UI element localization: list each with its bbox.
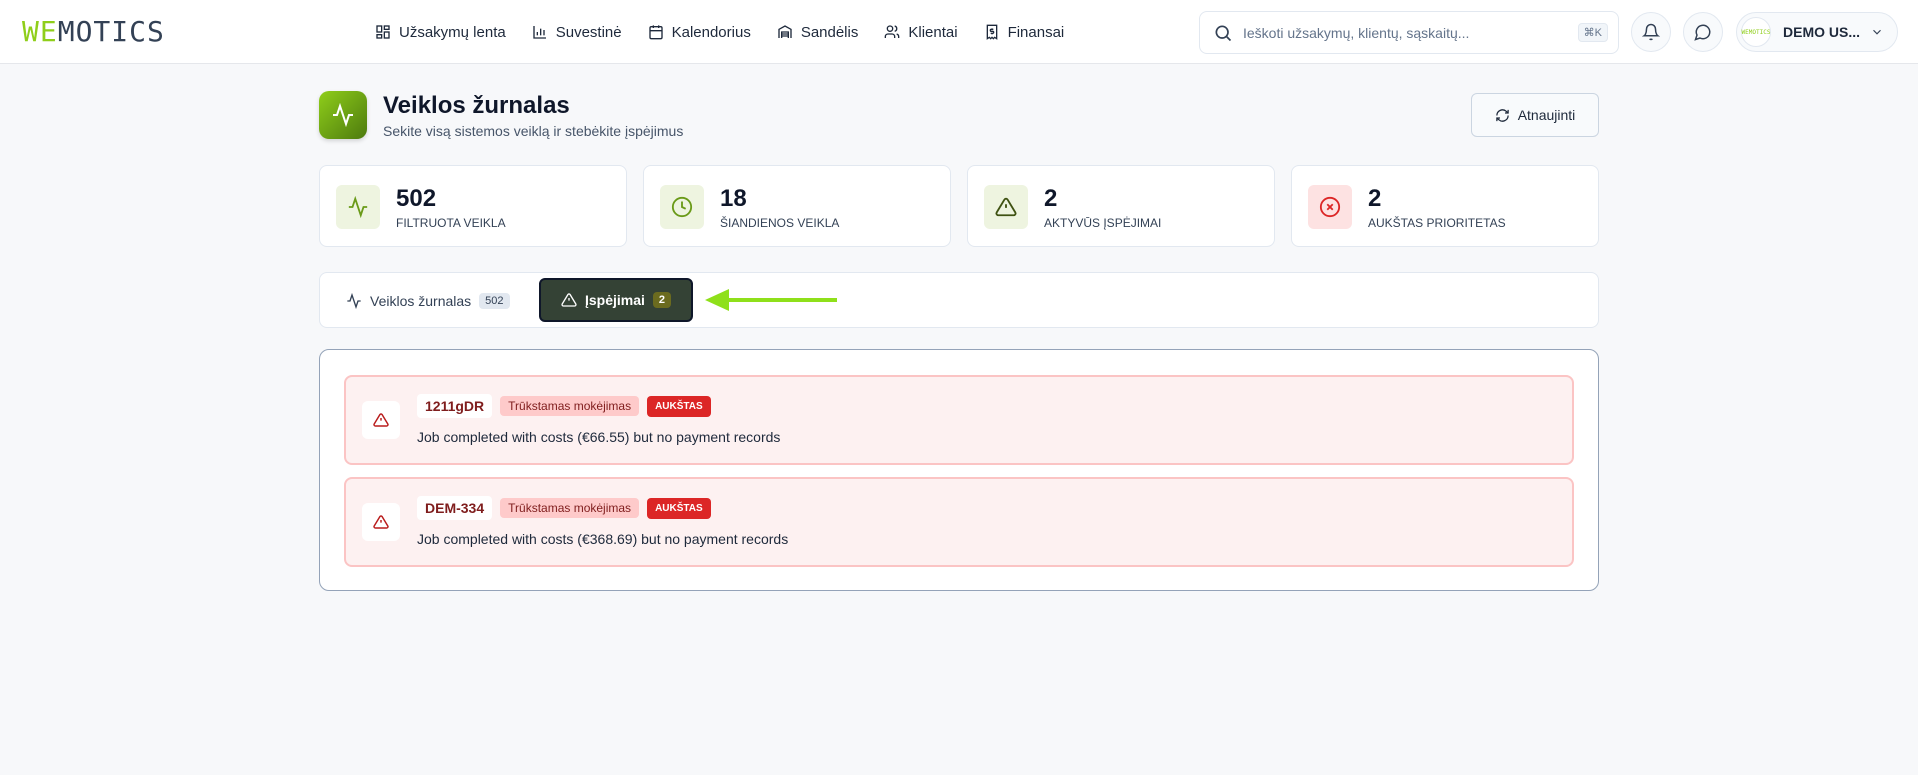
stat-label: AKTYVŪS ĮSPĖJIMAI xyxy=(1044,216,1162,230)
warnings-panel: 1211gDR Trūkstamas mokėjimas AUKŠTAS Job… xyxy=(319,349,1599,591)
nav-item-orders-board[interactable]: Užsakymų lenta xyxy=(362,12,519,52)
stat-icon-box xyxy=(660,185,704,229)
logo-part-motics: MOTICS xyxy=(57,15,165,48)
alert-type-badge: Trūkstamas mokėjimas xyxy=(500,498,640,518)
alert-header-row: DEM-334 Trūkstamas mokėjimas AUKŠTAS xyxy=(417,496,711,520)
wemotics-logo[interactable]: WEMOTICS xyxy=(22,17,165,47)
search-input[interactable] xyxy=(1243,24,1578,41)
view-tabs: Veiklos žurnalas 502 Įspėjimai 2 xyxy=(319,272,1599,328)
warning-icon xyxy=(561,293,577,307)
user-name: DEMO US... xyxy=(1783,24,1861,40)
tab-count-badge: 2 xyxy=(652,292,672,308)
stat-card-active-warnings: 2 AKTYVŪS ĮSPĖJIMAI xyxy=(967,165,1275,247)
warning-icon xyxy=(995,197,1017,217)
clock-icon xyxy=(671,196,693,218)
nav-item-clients[interactable]: Klientai xyxy=(871,12,970,52)
user-menu[interactable]: WEMOTICS DEMO US... xyxy=(1736,12,1898,52)
nav-label: Finansai xyxy=(1007,23,1065,41)
nav-label: Suvestinė xyxy=(555,23,622,41)
annotation-arrow xyxy=(705,289,837,311)
warning-icon xyxy=(373,515,389,529)
stat-value: 2 xyxy=(1044,185,1058,212)
nav-item-finance[interactable]: Finansai xyxy=(971,12,1078,52)
nav-label: Kalendorius xyxy=(671,23,751,41)
activity-icon xyxy=(347,293,361,309)
messages-button[interactable] xyxy=(1683,12,1723,52)
stat-label: ŠIANDIENOS VEIKLA xyxy=(720,216,840,230)
stat-value: 502 xyxy=(396,185,437,212)
layout-grid-icon xyxy=(376,25,390,39)
priority-badge: AUKŠTAS xyxy=(647,497,711,519)
warning-icon xyxy=(373,413,389,427)
message-circle-icon xyxy=(1694,24,1711,41)
search-icon xyxy=(1215,25,1232,41)
alert-header-row: 1211gDR Trūkstamas mokėjimas AUKŠTAS xyxy=(417,394,711,418)
nav-label: Klientai xyxy=(908,23,958,41)
tab-label: Veiklos žurnalas xyxy=(370,293,472,309)
notifications-button[interactable] xyxy=(1631,12,1671,52)
nav-item-warehouse[interactable]: Sandėlis xyxy=(764,12,872,52)
stat-label: FILTRUOTA VEIKLA xyxy=(396,216,506,230)
bar-chart-icon xyxy=(533,26,546,39)
tab-label: Įspėjimai xyxy=(584,292,645,308)
stat-value: 18 xyxy=(720,185,747,212)
page-activity-icon xyxy=(319,91,367,139)
stat-icon-box xyxy=(336,185,380,229)
priority-badge: AUKŠTAS xyxy=(647,395,711,417)
nav-label: Užsakymų lenta xyxy=(399,23,506,41)
stat-card-filtered-activity: 502 FILTRUOTA VEIKLA xyxy=(319,165,627,247)
top-navbar: WEMOTICS Užsakymų lenta Suvestinė Kalend… xyxy=(0,0,1918,64)
warehouse-icon xyxy=(778,25,792,38)
stat-card-today-activity: 18 ŠIANDIENOS VEIKLA xyxy=(643,165,951,247)
receipt-icon xyxy=(986,24,997,40)
stat-value: 2 xyxy=(1368,185,1382,212)
users-icon xyxy=(885,25,900,38)
stat-card-high-priority: 2 AUKŠTAS PRIORITETAS xyxy=(1291,165,1599,247)
page-title: Veiklos žurnalas xyxy=(383,92,570,119)
stat-label: AUKŠTAS PRIORITETAS xyxy=(1368,216,1506,230)
alert-message: Job completed with costs (€368.69) but n… xyxy=(417,531,789,547)
alert-item[interactable]: 1211gDR Trūkstamas mokėjimas AUKŠTAS Job… xyxy=(344,375,1574,465)
bell-icon xyxy=(1642,23,1660,41)
refresh-label: Atnaujinti xyxy=(1517,107,1576,123)
alert-type-badge: Trūkstamas mokėjimas xyxy=(500,396,640,416)
refresh-icon xyxy=(1495,108,1509,122)
page-subtitle: Sekite visą sistemos veiklą ir stebėkite… xyxy=(383,123,684,139)
nav-label: Sandėlis xyxy=(800,23,859,41)
alert-icon-box xyxy=(362,401,400,439)
search-shortcut: ⌘K xyxy=(1577,23,1608,42)
nav-item-calendar[interactable]: Kalendorius xyxy=(635,12,764,52)
logo-part-we: WE xyxy=(22,15,58,48)
tab-warnings[interactable]: Įspėjimai 2 xyxy=(539,278,693,322)
main-nav: Užsakymų lenta Suvestinė Kalendorius San… xyxy=(362,0,1077,64)
order-reference[interactable]: 1211gDR xyxy=(417,394,493,418)
x-circle-icon xyxy=(1319,196,1341,218)
stat-icon-box xyxy=(1308,185,1352,229)
activity-icon xyxy=(348,196,368,218)
avatar: WEMOTICS xyxy=(1741,17,1771,47)
activity-icon xyxy=(333,103,353,127)
nav-item-summary[interactable]: Suvestinė xyxy=(519,12,635,52)
stat-icon-box xyxy=(984,185,1028,229)
alert-icon-box xyxy=(362,503,400,541)
tab-count-badge: 502 xyxy=(479,293,510,309)
calendar-icon xyxy=(648,25,663,40)
global-search[interactable]: ⌘K xyxy=(1199,11,1619,54)
refresh-button[interactable]: Atnaujinti xyxy=(1471,93,1599,137)
alert-item[interactable]: DEM-334 Trūkstamas mokėjimas AUKŠTAS Job… xyxy=(344,477,1574,567)
alert-message: Job completed with costs (€66.55) but no… xyxy=(417,429,781,445)
tab-activity-log[interactable]: Veiklos žurnalas 502 xyxy=(346,288,510,314)
order-reference[interactable]: DEM-334 xyxy=(417,496,493,520)
chevron-down-icon xyxy=(1873,29,1881,35)
